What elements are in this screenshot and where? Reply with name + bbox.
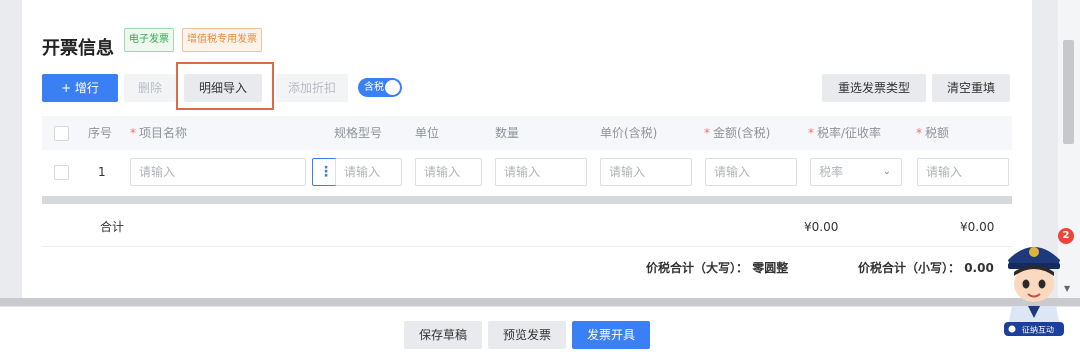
highlight-box [176, 62, 274, 110]
chevron-down-icon: ⌄ [882, 166, 891, 177]
preview-invoice-button[interactable]: 预览发票 [488, 321, 566, 349]
summary-tax: ¥0.00 [960, 220, 995, 234]
total-uppercase: 价税合计（大写）： 零圆整 [646, 256, 788, 280]
assistant-label: 征纳互动 [1022, 325, 1054, 335]
total-lowercase-label: 价税合计（小写）： [858, 261, 961, 275]
header-tax: * 税额 [916, 126, 950, 140]
toggle-knob [385, 80, 400, 95]
header-amount: * 金额(含税) [704, 126, 771, 140]
total-lowercase: 价税合计（小写）： 0.00 [858, 256, 994, 280]
reselect-invoice-type-button[interactable]: 重选发票类型 [822, 74, 926, 102]
assistant-avatar-icon[interactable]: 征纳互动 [998, 230, 1070, 338]
add-discount-button[interactable]: 添加折扣 [276, 74, 348, 102]
summary-label: 合计 [100, 220, 125, 234]
section-title: 开票信息 [42, 38, 114, 59]
delete-button[interactable]: 删除 [124, 74, 176, 102]
clear-refill-button[interactable]: 清空重填 [932, 74, 1010, 102]
summary-amount: ¥0.00 [804, 220, 839, 234]
unit-input[interactable]: 请输入 [415, 158, 482, 186]
total-lowercase-value: 0.00 [964, 261, 994, 275]
total-uppercase-value: 零圆整 [752, 261, 789, 275]
header-qty: 数量 [495, 126, 520, 140]
summary-row: 合计 ¥0.00 ¥0.00 [42, 208, 1012, 247]
add-row-button[interactable]: + 增行 [42, 74, 118, 102]
header-item-name: * 项目名称 [130, 126, 188, 140]
tax-input[interactable]: 请输入 [917, 158, 1009, 186]
table-header: 序号 * 项目名称 规格型号 单位 数量 单价(含税) * 金额(含税) * 税率/征… [42, 116, 1012, 150]
amount-input[interactable]: 请输入 [705, 158, 797, 186]
scrollbar-thumb[interactable] [1063, 40, 1074, 144]
header-tax-rate: * 税率/征收率 [808, 126, 882, 140]
header-spec: 规格型号 [334, 126, 383, 140]
footer-bar: 保存草稿 预览发票 发票开具 [0, 306, 1080, 361]
header-seq: 序号 [88, 126, 113, 140]
issue-invoice-button[interactable]: 发票开具 [572, 321, 650, 349]
tag-e-invoice: 电子发票 [124, 28, 174, 52]
tax-rate-select-value: 税率 [819, 165, 844, 179]
total-uppercase-label: 价税合计（大写）： [646, 261, 749, 275]
qty-input[interactable]: 请输入 [495, 158, 587, 186]
row-checkbox[interactable] [54, 165, 69, 180]
page-horizontal-scrollbar[interactable] [0, 298, 1080, 306]
notification-badge: 2 [1058, 228, 1074, 244]
select-all-checkbox[interactable] [54, 126, 69, 141]
tax-included-toggle[interactable]: 含税 [358, 78, 402, 97]
spec-input[interactable]: 请输入 [335, 158, 402, 186]
table-horizontal-scrollbar[interactable] [42, 196, 1012, 204]
row-seq: 1 [98, 165, 106, 179]
tag-vat-special: 增值税专用发票 [182, 28, 262, 52]
unit-price-input[interactable]: 请输入 [600, 158, 692, 186]
header-unit-price: 单价(含税) [600, 126, 658, 140]
item-name-input[interactable]: 请输入 [130, 158, 306, 186]
tax-rate-select[interactable]: 税率 ⌄ [810, 158, 902, 186]
header-unit: 单位 [415, 126, 440, 140]
toggle-label: 含税 [364, 82, 384, 93]
save-draft-button[interactable]: 保存草稿 [404, 321, 482, 349]
table-row: 1 请输入 ⋮ 请输入 请输入 请输入 请输入 请输入 税率 ⌄ 请输入 [42, 150, 1012, 194]
invoice-panel: 开票信息 电子发票 增值税专用发票 + 增行 删除 明细导入 添加折扣 含税 重… [22, 0, 1032, 298]
